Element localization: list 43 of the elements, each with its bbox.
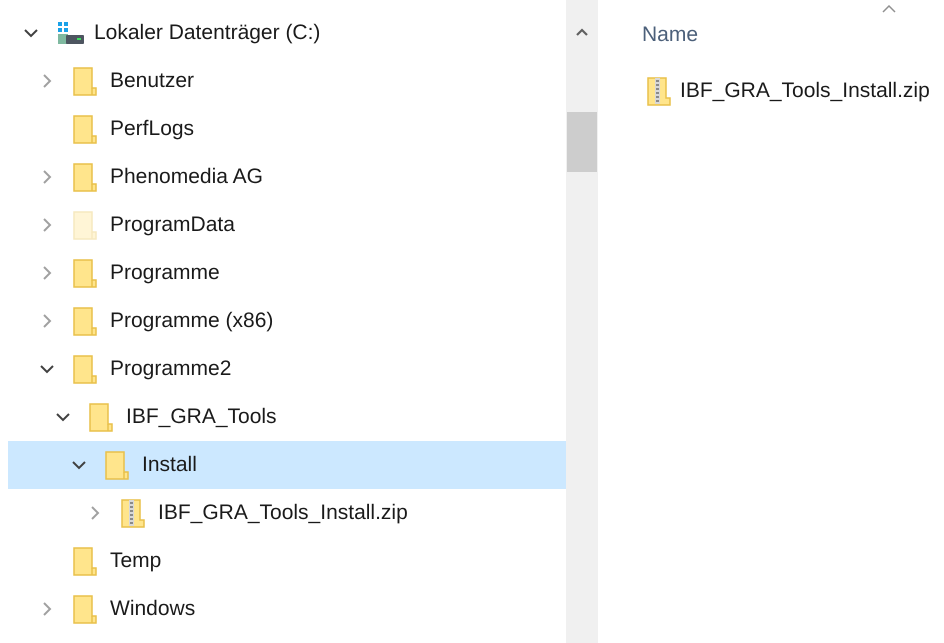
tree-item-label: Install — [142, 452, 197, 478]
tree-item-label: Windows — [110, 596, 196, 622]
tree-item[interactable]: Programme — [8, 249, 566, 297]
zip-folder-icon — [646, 76, 672, 106]
tree-item-label: Benutzer — [110, 68, 194, 94]
tree-item[interactable]: Programme (x86) — [8, 297, 566, 345]
tree-item-label: ProgramData — [110, 212, 235, 238]
tree-item[interactable]: ProgramData — [8, 201, 566, 249]
expand-chevron-icon[interactable] — [42, 74, 52, 88]
expand-chevron-icon[interactable] — [42, 170, 52, 184]
tree-item-label: Lokaler Datenträger (C:) — [94, 20, 320, 46]
file-name[interactable]: IBF_GRA_Tools_Install.zip — [680, 75, 930, 107]
tree-item-label: IBF_GRA_Tools_Install.zip — [158, 500, 408, 526]
expand-chevron-icon[interactable] — [42, 218, 52, 232]
tree-item[interactable]: IBF_GRA_Tools_Install.zip — [8, 489, 566, 537]
collapse-chevron-icon[interactable] — [72, 460, 86, 470]
expand-chevron-icon[interactable] — [90, 506, 100, 520]
tree-item[interactable]: Benutzer — [8, 57, 566, 105]
tree-item-label: PerfLogs — [110, 116, 194, 142]
expand-chevron-icon[interactable] — [42, 314, 52, 328]
scrollbar[interactable] — [566, 0, 598, 643]
tree-item-label: Programme (x86) — [110, 308, 274, 334]
tree-item-label: Temp — [110, 548, 162, 574]
tree-item-label: Programme — [110, 260, 220, 286]
collapse-chevron-icon[interactable] — [40, 364, 54, 374]
tree-item[interactable]: Lokaler Datenträger (C:) — [8, 9, 566, 57]
tree-item[interactable]: Phenomedia AG — [8, 153, 566, 201]
tree-item-label: IBF_GRA_Tools — [126, 404, 277, 430]
tree-item[interactable]: Install — [8, 441, 566, 489]
collapse-chevron-icon[interactable] — [56, 412, 70, 422]
tree-item[interactable]: Temp — [8, 537, 566, 585]
tree-item-label: Programme2 — [110, 356, 232, 382]
tree-item[interactable]: Programme2 — [8, 345, 566, 393]
collapse-chevron-icon[interactable] — [24, 28, 38, 38]
scrollbar-thumb[interactable] — [567, 112, 597, 172]
expand-chevron-icon[interactable] — [42, 266, 52, 280]
expand-chevron-icon[interactable] — [42, 602, 52, 616]
column-header[interactable]: Name — [642, 23, 698, 46]
scroll-up-icon[interactable] — [576, 28, 588, 36]
tree-item[interactable]: Windows — [8, 585, 566, 633]
tree-item[interactable]: IBF_GRA_Tools — [8, 393, 566, 441]
tree-item[interactable]: PerfLogs — [8, 105, 566, 153]
tree-item-label: Phenomedia AG — [110, 164, 263, 190]
